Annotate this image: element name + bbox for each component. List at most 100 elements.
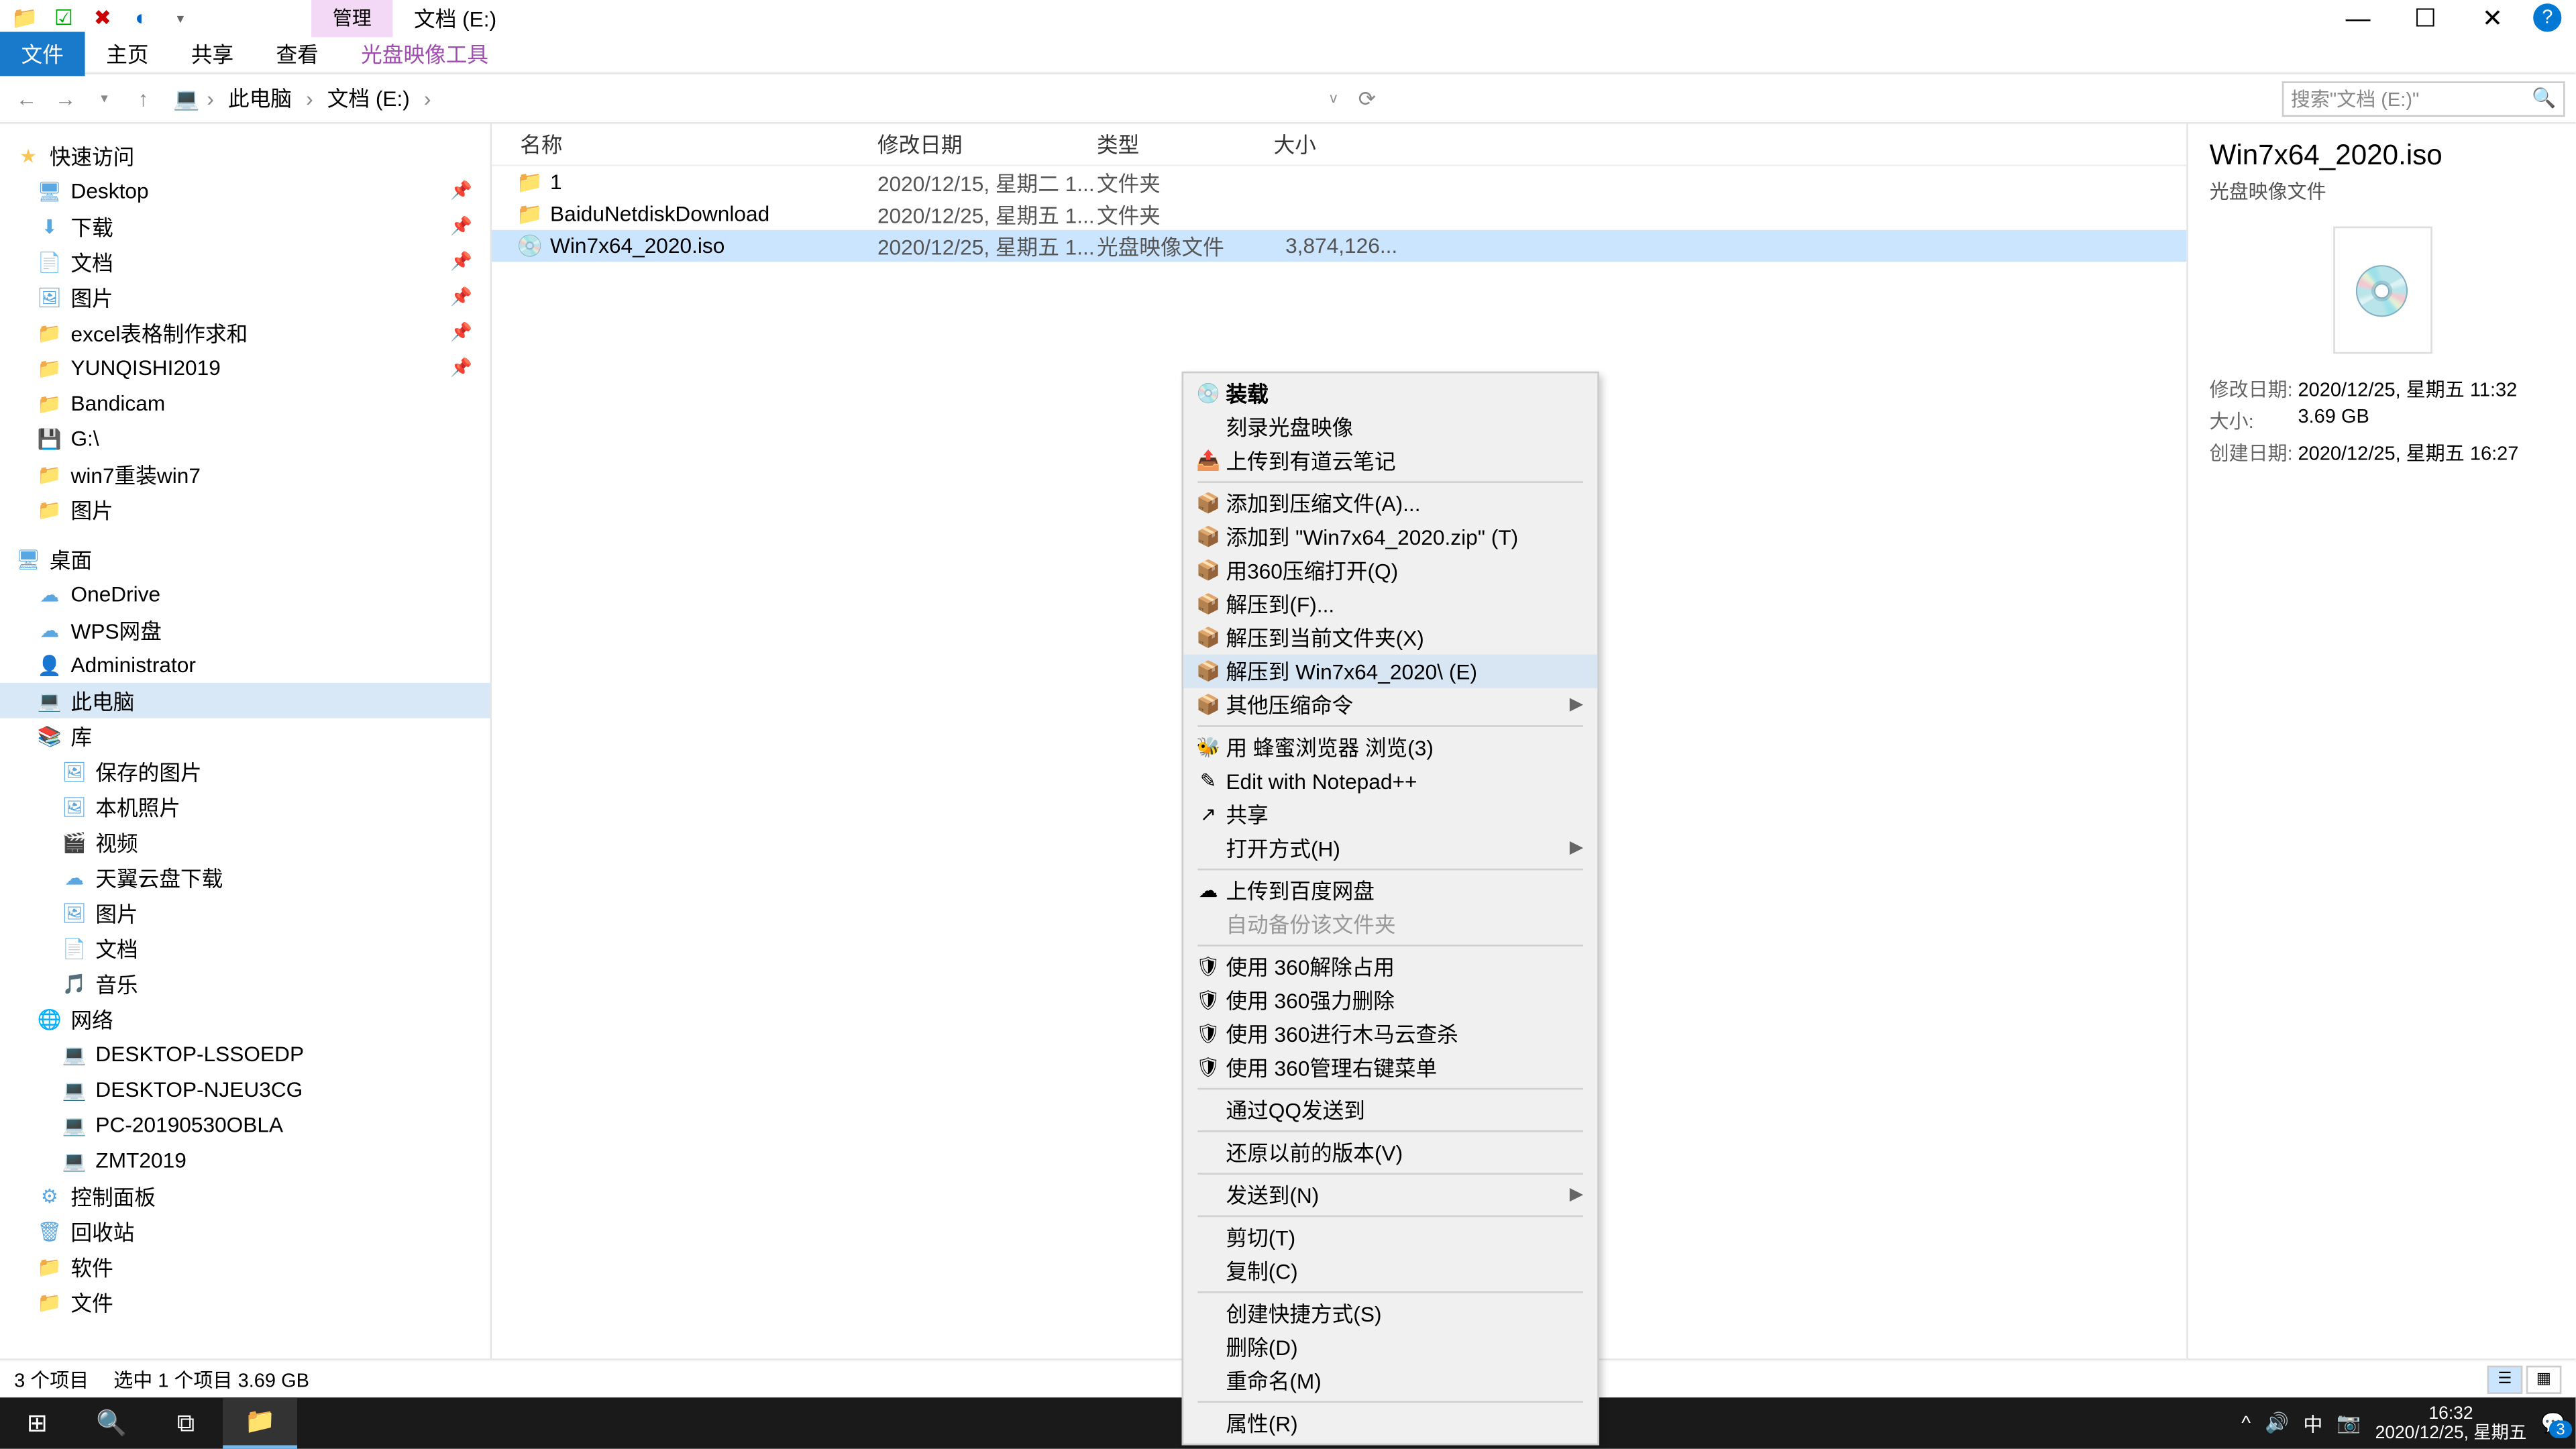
ribbon-file[interactable]: 文件 — [0, 32, 85, 76]
tree-item[interactable]: ☁OneDrive — [0, 577, 490, 612]
tree-item[interactable]: 🌐网络 — [0, 1002, 490, 1037]
menu-item[interactable]: 属性(R) — [1183, 1406, 1597, 1440]
context-tab-manage[interactable]: 管理 — [311, 0, 392, 36]
menu-item[interactable]: 🛡使用 360强力删除 — [1183, 983, 1597, 1017]
menu-item[interactable]: 复制(C) — [1183, 1254, 1597, 1288]
tree-item[interactable]: ☁天翼云盘下载 — [0, 860, 490, 896]
close-button[interactable]: ✕ — [2466, 3, 2519, 33]
ribbon-disc-tools[interactable]: 光盘映像工具 — [339, 32, 509, 76]
col-type[interactable]: 类型 — [1097, 129, 1274, 160]
file-row[interactable]: 📁BaiduNetdiskDownload2020/12/25, 星期五 1..… — [492, 198, 2186, 229]
col-name[interactable]: 名称 — [492, 129, 877, 160]
menu-item[interactable]: 发送到(N)▶ — [1183, 1178, 1597, 1212]
ribbon-share[interactable]: 共享 — [170, 32, 255, 76]
tree-item[interactable]: 🖥Desktop📌 — [0, 173, 490, 209]
tree-item[interactable]: 📁软件 — [0, 1249, 490, 1285]
menu-item[interactable]: 💿装载 — [1183, 377, 1597, 411]
menu-item[interactable]: 📦解压到(F)... — [1183, 587, 1597, 621]
menu-item[interactable]: 刻录光盘映像 — [1183, 411, 1597, 444]
menu-item[interactable]: 📦添加到压缩文件(A)... — [1183, 486, 1597, 520]
menu-item[interactable]: 删除(D) — [1183, 1330, 1597, 1364]
tree-item[interactable]: 🖼本机照片 — [0, 789, 490, 824]
tree-item[interactable]: 💾G:\ — [0, 421, 490, 457]
menu-item[interactable]: 📤上传到有道云笔记 — [1183, 444, 1597, 478]
tree-item[interactable]: 📁win7重装win7 — [0, 456, 490, 492]
delete-icon[interactable]: ✖ — [89, 3, 117, 32]
tree-item[interactable]: 📁Bandicam — [0, 386, 490, 421]
details-view-button[interactable]: ☰ — [2487, 1364, 2523, 1393]
tree-item[interactable]: 📄文档 — [0, 930, 490, 966]
menu-item[interactable]: 📦其他压缩命令▶ — [1183, 688, 1597, 722]
tree-item[interactable]: 📁图片 — [0, 492, 490, 527]
menu-item[interactable]: 📦添加到 "Win7x64_2020.zip" (T) — [1183, 520, 1597, 553]
tree-item[interactable]: 🖼保存的图片 — [0, 753, 490, 789]
menu-item[interactable]: 创建快捷方式(S) — [1183, 1297, 1597, 1330]
task-view-button[interactable]: ⧉ — [149, 1397, 223, 1448]
explorer-taskbar-button[interactable]: 📁 — [223, 1397, 297, 1448]
menu-item[interactable]: 📦解压到当前文件夹(X) — [1183, 621, 1597, 655]
volume-icon[interactable]: 🔊 — [2265, 1411, 2289, 1434]
menu-item[interactable]: ☁上传到百度网盘 — [1183, 874, 1597, 908]
ribbon-home[interactable]: 主页 — [85, 32, 170, 76]
help-button[interactable]: ? — [2533, 3, 2561, 32]
up-button[interactable]: ↑ — [127, 86, 159, 111]
tree-item[interactable]: 📁YUNQISHI2019📌 — [0, 350, 490, 386]
tree-item[interactable]: 👤Administrator — [0, 647, 490, 683]
tree-item[interactable]: 💻DESKTOP-LSSOEDP — [0, 1036, 490, 1072]
tree-item[interactable]: ⚙控制面板 — [0, 1178, 490, 1214]
file-row[interactable]: 📁12020/12/15, 星期二 1...文件夹 — [492, 166, 2186, 198]
menu-item[interactable]: 还原以前的版本(V) — [1183, 1136, 1597, 1169]
forward-button[interactable]: → — [50, 86, 81, 111]
tree-item[interactable]: 🗑回收站 — [0, 1214, 490, 1249]
tree-item[interactable]: 🎬视频 — [0, 824, 490, 860]
col-size[interactable]: 大小 — [1274, 129, 1415, 160]
ime-indicator[interactable]: 中 — [2303, 1409, 2322, 1437]
menu-item[interactable]: 📦用360压缩打开(Q) — [1183, 553, 1597, 587]
tree-item[interactable]: 📁文件 — [0, 1284, 490, 1320]
tree-item[interactable]: ⬇下载📌 — [0, 209, 490, 244]
thumbnail-view-button[interactable]: ▦ — [2526, 1364, 2562, 1393]
search-input[interactable]: 搜索"文档 (E:)" 🔍 — [2282, 80, 2565, 116]
col-date[interactable]: 修改日期 — [877, 129, 1097, 160]
menu-item[interactable]: 重命名(M) — [1183, 1364, 1597, 1397]
tree-item[interactable]: 📄文档📌 — [0, 244, 490, 280]
menu-item[interactable]: ↗共享 — [1183, 798, 1597, 831]
back-button[interactable]: ← — [11, 86, 42, 111]
breadcrumb[interactable]: 文档 (E:) — [320, 83, 417, 113]
dropdown-icon[interactable]: ▾ — [89, 90, 120, 106]
tree-item[interactable]: 💻DESKTOP-NJEU3CG — [0, 1072, 490, 1108]
menu-item[interactable]: 🐝用 蜂蜜浏览器 浏览(3) — [1183, 731, 1597, 764]
menu-item[interactable]: 📦解压到 Win7x64_2020\ (E) — [1183, 655, 1597, 688]
maximize-button[interactable]: ☐ — [2399, 3, 2452, 33]
tree-item[interactable]: 📚库 — [0, 718, 490, 754]
menu-item[interactable]: 打开方式(H)▶ — [1183, 831, 1597, 865]
menu-item[interactable]: 🛡使用 360管理右键菜单 — [1183, 1051, 1597, 1084]
menu-item[interactable]: ✎Edit with Notepad++ — [1183, 764, 1597, 798]
notification-icon[interactable]: 💬3 — [2541, 1411, 2565, 1434]
start-button[interactable]: ⊞ — [0, 1397, 74, 1448]
history-dropdown-icon[interactable]: v — [1330, 90, 1338, 106]
tree-item[interactable]: 💻PC-20190530OBLA — [0, 1108, 490, 1143]
tree-item[interactable]: 📁excel表格制作求和📌 — [0, 315, 490, 350]
properties-icon[interactable]: ◐ — [127, 3, 156, 32]
menu-item[interactable]: 🛡使用 360解除占用 — [1183, 950, 1597, 983]
tree-item[interactable]: ★快速访问 — [0, 138, 490, 174]
search-button[interactable]: 🔍 — [74, 1397, 149, 1448]
checkbox-icon[interactable]: ☑ — [50, 3, 78, 32]
tree-item[interactable]: 🎵音乐 — [0, 966, 490, 1002]
tree-item[interactable]: 🖥桌面 — [0, 541, 490, 577]
menu-item[interactable]: 🛡使用 360进行木马云查杀 — [1183, 1017, 1597, 1051]
ribbon-view[interactable]: 查看 — [255, 32, 340, 76]
tree-item[interactable]: ☁WPS网盘 — [0, 612, 490, 647]
tree-item[interactable]: 💻ZMT2019 — [0, 1143, 490, 1179]
refresh-button[interactable]: ⟳ — [1351, 86, 1383, 111]
tree-item[interactable]: 🖼图片📌 — [0, 280, 490, 315]
tree-item[interactable]: 🖼图片 — [0, 895, 490, 930]
file-row[interactable]: 💿Win7x64_2020.iso2020/12/25, 星期五 1...光盘映… — [492, 230, 2186, 262]
tray-expand-icon[interactable]: ^ — [2241, 1413, 2251, 1434]
dropdown-icon[interactable]: ▾ — [166, 3, 195, 32]
clock[interactable]: 16:32 2020/12/25, 星期五 — [2375, 1403, 2527, 1442]
minimize-button[interactable]: — — [2332, 3, 2385, 32]
breadcrumb[interactable]: 此电脑 — [221, 83, 299, 113]
menu-item[interactable]: 剪切(T) — [1183, 1221, 1597, 1254]
